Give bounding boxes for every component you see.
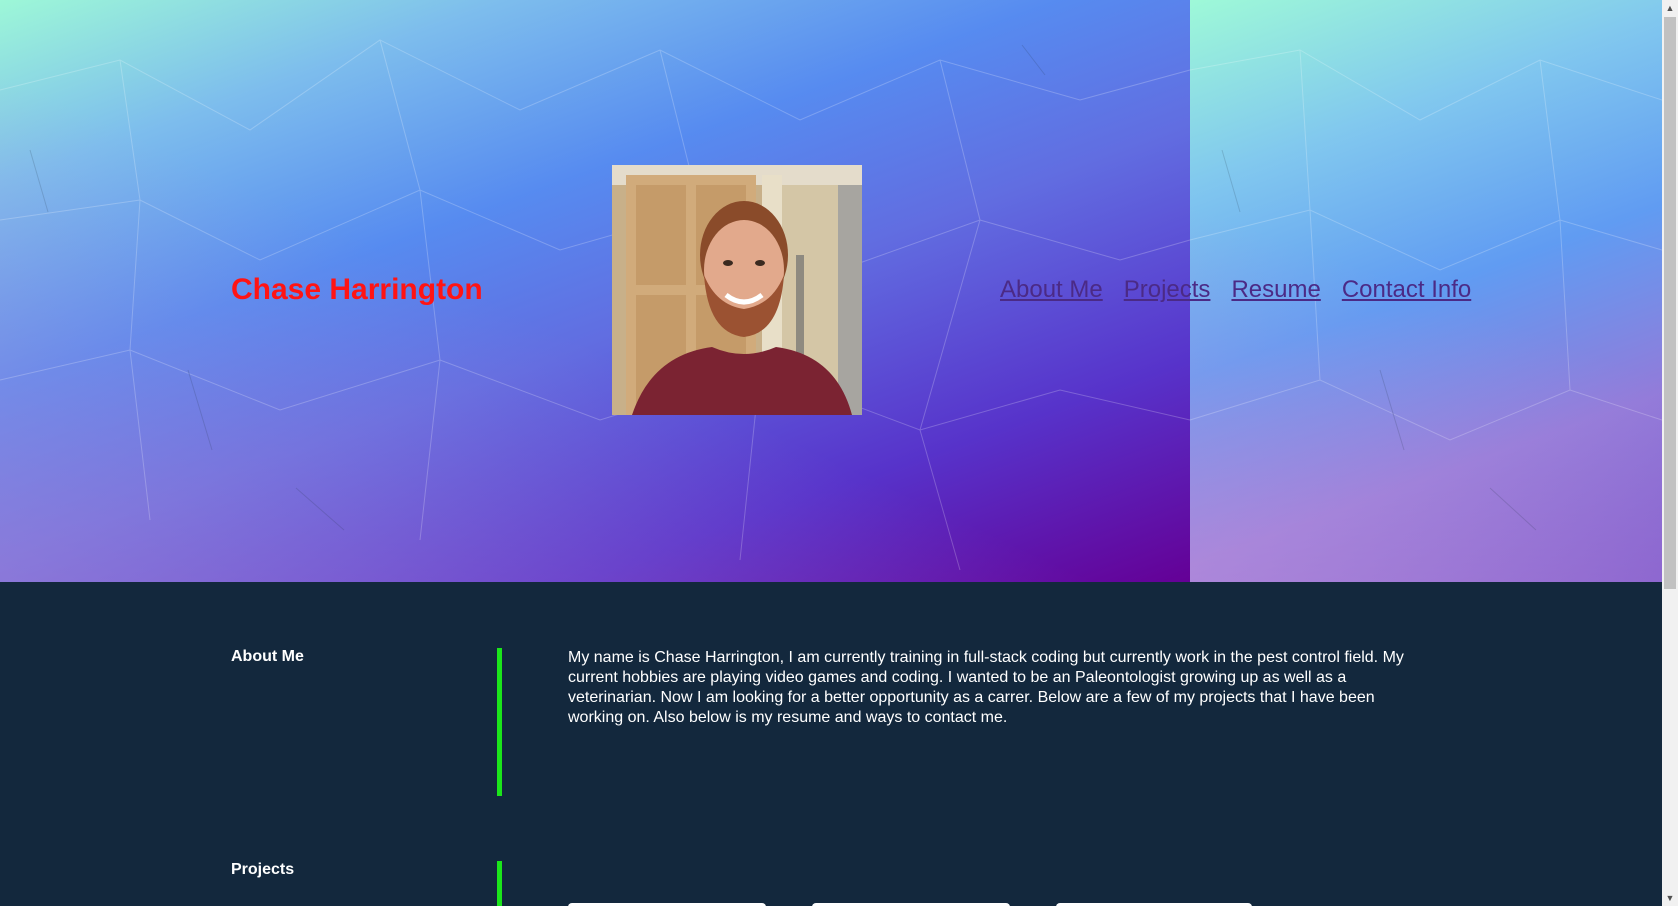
projects-divider xyxy=(497,861,502,906)
profile-photo xyxy=(612,165,862,415)
chevron-down-icon[interactable]: ▼ xyxy=(1662,890,1678,906)
nav-link-contact-info[interactable]: Contact Info xyxy=(1342,274,1471,306)
chevron-up-icon[interactable]: ▲ xyxy=(1662,0,1678,16)
nav-link-about-me[interactable]: About Me xyxy=(1000,274,1103,306)
main-content: About Me My name is Chase Harrington, I … xyxy=(0,582,1662,906)
about-text: My name is Chase Harrington, I am curren… xyxy=(568,649,1404,726)
hero-header: Chase Harrington About Me Projects Resum… xyxy=(0,0,1662,582)
main-nav: About Me Projects Resume Contact Info xyxy=(1000,274,1471,306)
vertical-scrollbar[interactable]: ▲ ▼ xyxy=(1662,0,1678,906)
nav-link-projects[interactable]: Projects xyxy=(1124,274,1211,306)
about-heading: About Me xyxy=(231,648,304,665)
about-divider xyxy=(497,648,502,796)
site-title: Chase Harrington xyxy=(231,273,483,306)
scrollbar-thumb[interactable] xyxy=(1664,17,1676,589)
page: Chase Harrington About Me Projects Resum… xyxy=(0,0,1678,906)
nav-link-resume[interactable]: Resume xyxy=(1231,274,1320,306)
projects-heading: Projects xyxy=(231,861,295,878)
